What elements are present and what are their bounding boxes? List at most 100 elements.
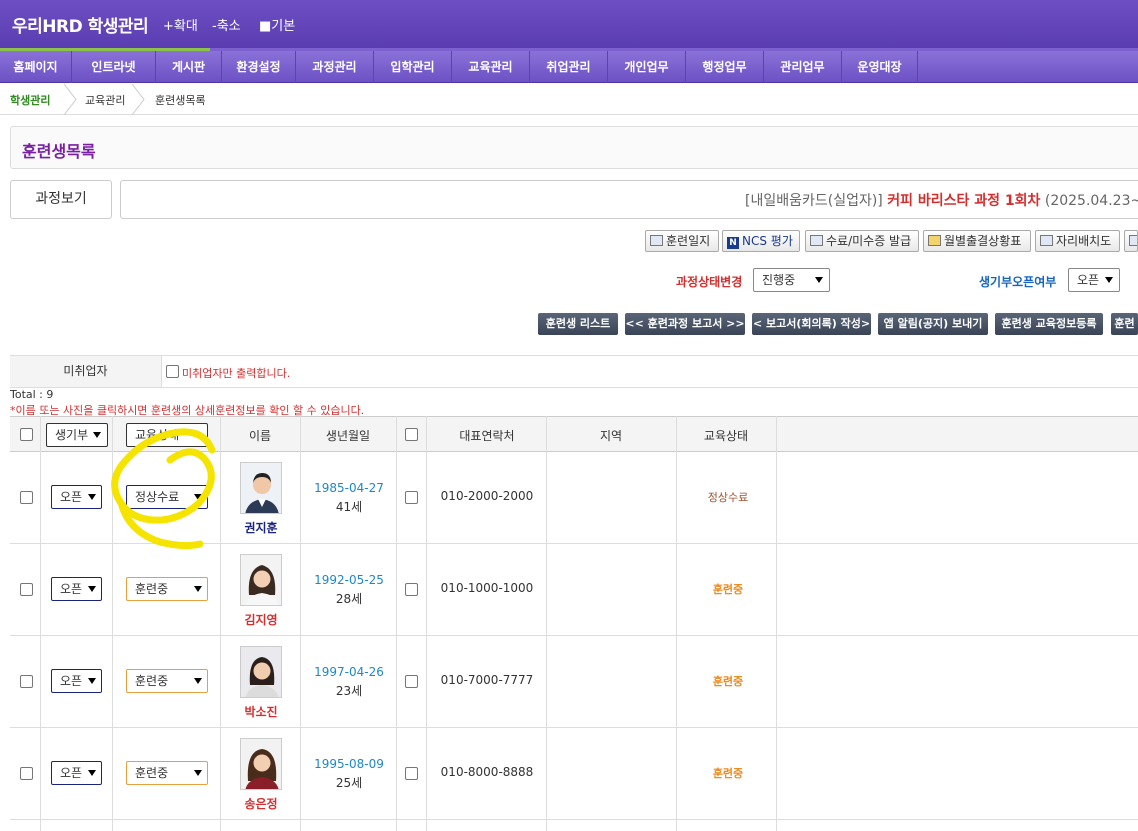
chevron-right-icon	[131, 84, 145, 115]
status-text: 훈련중	[712, 675, 744, 688]
training-button[interactable]: 훈련	[1111, 313, 1138, 335]
birth-date: 1997-04-26	[314, 665, 384, 679]
row-checkbox[interactable]	[20, 767, 33, 780]
course-type: [내일배움카드(실업자)]	[745, 193, 883, 209]
record-select[interactable]: 오픈	[51, 761, 102, 785]
nav-board[interactable]: 게시판	[156, 51, 222, 83]
student-name[interactable]: 김지영	[220, 611, 302, 628]
unemployed-only-checkbox[interactable]	[166, 365, 179, 378]
chevron-down-icon	[88, 586, 96, 592]
header-status: 교육상태	[703, 429, 749, 443]
record-filter-select[interactable]: 생기부	[46, 423, 108, 447]
phone-number: 010-2000-2000	[440, 489, 534, 503]
record-select[interactable]: 오픈	[51, 485, 102, 509]
student-photo[interactable]	[240, 646, 282, 698]
register-edu-info-button[interactable]: 훈련생 교육정보등록	[995, 313, 1103, 335]
zoom-out-button[interactable]: -축소	[212, 15, 241, 34]
table-row: 오픈 훈련중 김지영 1992-05-25 28세 010-1000-1000 …	[10, 544, 1138, 636]
training-log-button[interactable]: 훈련일지	[645, 230, 719, 252]
course-name: 커피 바리스타 과정 1회차	[887, 193, 1041, 209]
course-status-label: 과정상태변경	[676, 275, 743, 289]
row-checkbox[interactable]	[20, 675, 33, 688]
header-name: 이름	[248, 429, 272, 443]
student-photo[interactable]	[240, 462, 282, 514]
seating-chart-button[interactable]: 자리배치도	[1035, 230, 1120, 252]
printer-icon	[1129, 235, 1137, 246]
phone-number: 010-1000-1000	[440, 581, 534, 595]
filter-row: 미취업자 미취업자만 출력합니다.	[10, 355, 1138, 388]
view-course-button[interactable]: 과정보기	[10, 180, 112, 219]
row-checkbox[interactable]	[20, 583, 33, 596]
nav-operations[interactable]: 운영대장	[842, 51, 918, 83]
select-all-checkbox[interactable]	[20, 428, 33, 441]
table-row: 오픈 훈련중 박소진 1997-04-26 23세 010-7000-7777 …	[10, 636, 1138, 728]
nav-intranet[interactable]: 인트라넷	[72, 51, 156, 83]
record-select[interactable]: 오픈	[51, 577, 102, 601]
student-name[interactable]: 송은정	[220, 795, 302, 812]
row-checkbox[interactable]	[20, 491, 33, 504]
course-period: (2025.04.23~	[1044, 193, 1138, 209]
record-select[interactable]: 오픈	[51, 669, 102, 693]
unemployed-label: 미취업자	[10, 356, 162, 387]
app-title: 우리HRD 학생관리	[12, 17, 149, 37]
chevron-down-icon	[93, 432, 101, 438]
nav-admin-work[interactable]: 행정업무	[686, 51, 764, 83]
chevron-down-icon	[194, 586, 202, 592]
record-open-select[interactable]: 오픈	[1068, 268, 1120, 292]
main-nav: 홈페이지 인트라넷 게시판 환경설정 과정관리 입학관리 교육관리 취업관리 개…	[0, 51, 1138, 83]
phone-checkbox[interactable]	[405, 675, 418, 688]
phone-checkbox[interactable]	[405, 767, 418, 780]
certificate-icon	[810, 235, 823, 246]
student-name[interactable]: 박소진	[220, 703, 302, 720]
nav-course[interactable]: 과정관리	[296, 51, 374, 83]
nav-personal[interactable]: 개인업무	[608, 51, 686, 83]
birth-date: 1985-04-27	[314, 481, 384, 495]
record-open-label: 생기부오픈여부	[979, 275, 1057, 289]
nav-admission[interactable]: 입학관리	[374, 51, 452, 83]
header-region: 지역	[599, 429, 623, 443]
nav-management[interactable]: 관리업무	[764, 51, 842, 83]
student-name[interactable]: 권지훈	[220, 519, 302, 536]
breadcrumb-item[interactable]: 학생관리	[10, 92, 50, 108]
chevron-down-icon	[193, 432, 201, 438]
breadcrumb-current: 훈련생목록	[155, 94, 206, 107]
ncs-logo-icon: N	[727, 237, 739, 249]
print-button[interactable]	[1124, 230, 1138, 252]
select-all-phone-checkbox[interactable]	[405, 428, 418, 441]
zoom-default-button[interactable]: ■기본	[259, 15, 295, 34]
phone-checkbox[interactable]	[405, 491, 418, 504]
student-list-button[interactable]: 훈련생 리스트	[538, 313, 618, 335]
app-notify-button[interactable]: 앱 알림(공지) 보내기	[878, 313, 988, 335]
certificate-button[interactable]: 수료/미수증 발급	[805, 230, 919, 252]
student-photo[interactable]	[240, 738, 282, 790]
course-status-select[interactable]: 진행중	[753, 268, 830, 292]
edu-status-select[interactable]: 훈련중	[126, 761, 208, 785]
zoom-in-button[interactable]: +확대	[163, 15, 198, 34]
course-report-button[interactable]: << 훈련과정 보고서 >>	[625, 313, 745, 335]
phone-checkbox[interactable]	[405, 583, 418, 596]
nav-settings[interactable]: 환경설정	[222, 51, 296, 83]
edu-status-select[interactable]: 정상수료	[126, 485, 208, 509]
nav-employment[interactable]: 취업관리	[530, 51, 608, 83]
chevron-down-icon	[88, 770, 96, 776]
chevron-down-icon	[1105, 277, 1113, 283]
table-row: 오픈 정상수료 권지훈 1985-04-27 41세 010-2000-2000…	[10, 452, 1138, 544]
phone-number: 010-8000-8888	[440, 765, 534, 779]
age: 41세	[335, 500, 363, 514]
unemployed-note: 미취업자만 출력합니다.	[182, 367, 291, 380]
edu-status-filter-select[interactable]: 교육상태	[126, 423, 208, 447]
edu-status-select[interactable]: 훈련중	[126, 669, 208, 693]
chevron-down-icon	[194, 678, 202, 684]
attendance-report-button[interactable]: 월별출결상황표	[923, 230, 1031, 252]
ncs-evaluation-button[interactable]: N NCS 평가	[722, 230, 800, 252]
chevron-down-icon	[194, 494, 202, 500]
chevron-down-icon	[88, 494, 96, 500]
phone-number: 010-7000-7777	[440, 673, 534, 687]
breadcrumb-item[interactable]: 교육관리	[85, 92, 125, 108]
student-photo[interactable]	[240, 554, 282, 606]
nav-home[interactable]: 홈페이지	[0, 51, 72, 83]
table-header: 생기부 교육상태 이름 생년월일 대표연락처 지역 교육상태	[10, 416, 1138, 452]
edu-status-select[interactable]: 훈련중	[126, 577, 208, 601]
write-report-button[interactable]: < 보고서(회의록) 작성>	[752, 313, 871, 335]
nav-education[interactable]: 교육관리	[452, 51, 530, 83]
